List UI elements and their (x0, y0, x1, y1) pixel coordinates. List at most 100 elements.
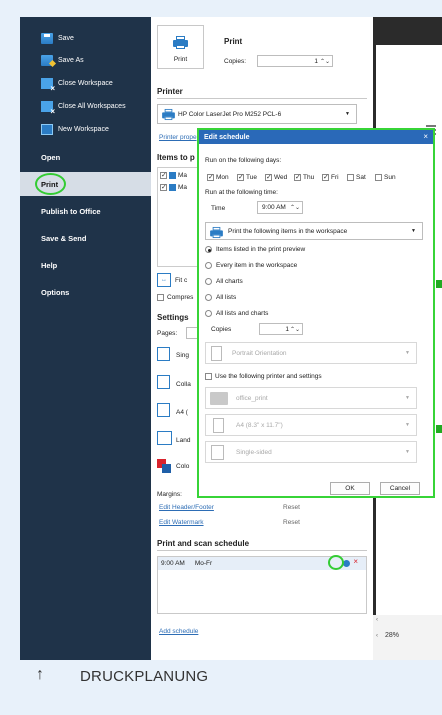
radio-button[interactable] (205, 246, 212, 253)
day-checkbox[interactable] (322, 173, 329, 181)
divider (157, 98, 367, 99)
collate-label[interactable]: Colla (176, 381, 191, 388)
footer-caption: DRUCKPLANUNG (80, 668, 209, 685)
radio-button[interactable] (205, 278, 212, 285)
orientation-value: Portrait Orientation (232, 349, 287, 357)
sidebar-item-open[interactable]: Open (20, 147, 151, 167)
compress-label: Compres (167, 294, 194, 301)
copies-stepper[interactable]: 1 ⌃⌄ (257, 55, 333, 67)
use-printer-checkbox[interactable] (205, 373, 212, 380)
run-days-label: Run on the following days: (205, 157, 282, 164)
highlight-ring (328, 555, 344, 570)
item-checkbox[interactable] (160, 183, 167, 191)
radio-every-item[interactable]: Every item in the workspace (205, 262, 297, 269)
day-wed[interactable]: Wed (265, 173, 287, 181)
list-item[interactable]: Ma (160, 171, 187, 179)
sides-label[interactable]: Sing (176, 352, 189, 359)
backstage-sidebar: Save Save As Close Workspace Close All W… (20, 17, 151, 660)
compress-checkbox[interactable] (157, 294, 164, 301)
stepper-arrows-icon[interactable]: ⌃⌄ (320, 58, 330, 65)
day-mon[interactable]: Mon (207, 173, 229, 181)
day-sat[interactable]: Sat (347, 174, 366, 181)
radio-all-lists[interactable]: All lists (205, 294, 236, 301)
edit-header-footer-link[interactable]: Edit Header/Footer (159, 504, 214, 511)
stepper-arrows-icon[interactable]: ⌃⌄ (290, 326, 300, 333)
day-fri[interactable]: Fri (322, 173, 339, 181)
color-label[interactable]: Colo (176, 463, 189, 470)
radio-all-lists-charts[interactable]: All lists and charts (205, 310, 268, 317)
chevron-down-icon: ▼ (405, 422, 410, 428)
sidebar-item-save-as[interactable]: Save As (20, 50, 151, 70)
delete-icon[interactable]: × (353, 557, 358, 566)
print-title: Print (224, 37, 243, 46)
cancel-button[interactable]: Cancel (380, 482, 420, 495)
day-tue[interactable]: Tue (237, 173, 257, 181)
day-label: Tue (246, 174, 257, 181)
printer-dialog-select[interactable]: office_print ▼ (205, 387, 417, 409)
list-item[interactable]: Ma (160, 183, 187, 191)
printer-icon (210, 226, 223, 239)
radio-button[interactable] (205, 262, 212, 269)
arrow-up-icon[interactable]: ↑ (36, 666, 44, 684)
paper-select[interactable]: A4 (8.3" x 11.7") ▼ (205, 414, 417, 436)
radio-label: All charts (216, 278, 243, 285)
sides-select[interactable]: Single-sided ▼ (205, 441, 417, 463)
sidebar-item-help[interactable]: Help (20, 255, 151, 275)
close-icon[interactable]: × (423, 130, 428, 144)
day-checkbox[interactable] (347, 174, 354, 181)
day-checkbox[interactable] (237, 173, 244, 181)
printer-select[interactable]: HP Color LaserJet Pro M252 PCL-6 ▼ (157, 104, 357, 124)
item-checkbox[interactable] (160, 171, 167, 179)
radio-button[interactable] (205, 294, 212, 301)
day-checkbox[interactable] (375, 174, 382, 181)
chevron-down-icon: ▼ (405, 395, 410, 401)
orientation-select[interactable]: Portrait Orientation ▼ (205, 342, 417, 364)
sidebar-item-new-workspace[interactable]: New Workspace (20, 119, 151, 139)
day-label: Sat (356, 174, 366, 181)
single-sided-icon (211, 445, 224, 460)
sidebar-item-publish-to-office[interactable]: Publish to Office (20, 201, 151, 221)
radio-all-charts[interactable]: All charts (205, 278, 243, 285)
printer-icon (162, 108, 175, 121)
radio-items-in-preview[interactable]: Items listed in the print preview (205, 246, 305, 253)
save-as-icon (41, 54, 53, 66)
edit-watermark-link[interactable]: Edit Watermark (159, 519, 204, 526)
paper-label[interactable]: A4 ( (176, 409, 188, 416)
sidebar-item-close-all-workspaces[interactable]: Close All Workspaces (20, 96, 151, 116)
sides-icon (157, 347, 170, 361)
fit-option[interactable]: ↔ Fit c (157, 273, 187, 287)
copies-label: Copies: (224, 58, 247, 65)
ok-button[interactable]: OK (330, 482, 370, 495)
printer-icon (210, 392, 228, 405)
compress-option[interactable]: Compres (157, 294, 193, 301)
sidebar-item-save-send[interactable]: Save & Send (20, 228, 151, 248)
sidebar-item-options[interactable]: Options (20, 282, 151, 302)
day-sun[interactable]: Sun (375, 174, 396, 181)
time-stepper[interactable]: 9:00 AM ⌃⌄ (257, 201, 303, 214)
save-icon (41, 32, 53, 44)
day-thu[interactable]: Thu (294, 173, 314, 181)
sidebar-item-close-workspace[interactable]: Close Workspace (20, 73, 151, 93)
reset-header-footer[interactable]: Reset (283, 504, 300, 511)
list-icon (169, 172, 176, 179)
dlg-copies-stepper[interactable]: 1 ⌃⌄ (259, 323, 303, 335)
radio-button[interactable] (205, 310, 212, 317)
stepper-arrows-icon[interactable]: ⌃⌄ (290, 204, 300, 211)
day-checkbox[interactable] (207, 173, 214, 181)
print-button-label: Print (173, 56, 188, 63)
use-printer-option[interactable]: Use the following printer and settings (205, 373, 322, 380)
sidebar-item-save[interactable]: Save (20, 28, 151, 48)
day-checkbox[interactable] (265, 173, 272, 181)
scroll-left-icon[interactable]: ‹ (376, 617, 378, 623)
action-select[interactable]: Print the following items in the workspa… (205, 222, 423, 240)
edit-icon[interactable] (343, 560, 350, 567)
schedule-time: 9:00 AM (161, 560, 185, 567)
add-schedule-link[interactable]: Add schedule (159, 628, 198, 635)
orientation-label[interactable]: Land (176, 437, 190, 444)
divider (157, 550, 367, 551)
reset-watermark[interactable]: Reset (283, 519, 300, 526)
print-button[interactable]: Print (157, 25, 204, 69)
printer-properties-link[interactable]: Printer prope (159, 134, 197, 141)
zoom-out-icon[interactable]: ‹ (376, 633, 378, 639)
day-checkbox[interactable] (294, 173, 301, 181)
